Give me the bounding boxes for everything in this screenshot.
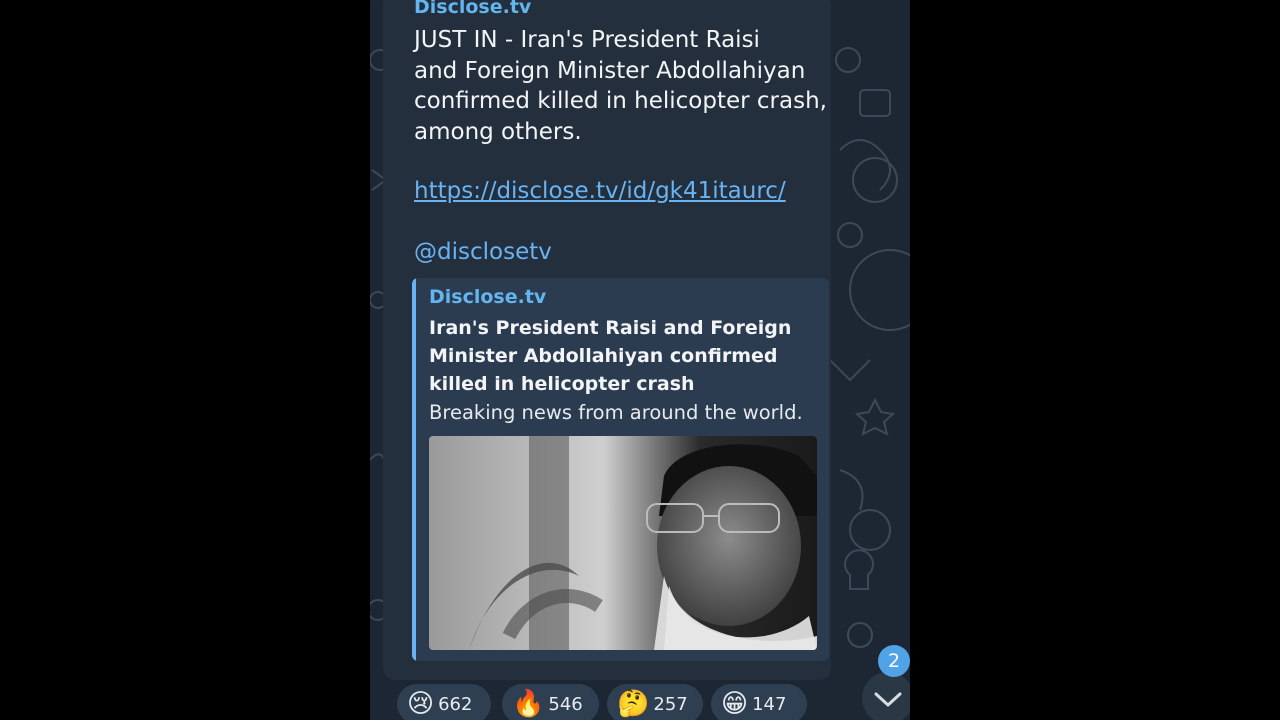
- preview-description: Breaking news from around the world.: [429, 401, 803, 424]
- reaction-fire[interactable]: 🔥 546: [502, 684, 599, 720]
- message-link[interactable]: https://disclose.tv/id/gk41itaurc/: [414, 178, 786, 204]
- message-bubble[interactable]: Disclose.tv JUST IN - Iran's President R…: [383, 0, 831, 680]
- link-preview[interactable]: Disclose.tv Iran's President Raisi and F…: [412, 278, 829, 661]
- reaction-count: 546: [548, 693, 583, 715]
- preview-site-name: Disclose.tv: [429, 286, 547, 308]
- message-sender[interactable]: Disclose.tv: [414, 0, 531, 18]
- reaction-think[interactable]: 🤔 257: [607, 684, 703, 720]
- chat-screen: Disclose.tv JUST IN - Iran's President R…: [370, 0, 910, 720]
- reaction-count: 662: [438, 693, 473, 715]
- preview-image[interactable]: [429, 436, 817, 650]
- crying-face-icon: 😢: [407, 689, 435, 719]
- reaction-count: 257: [653, 693, 688, 715]
- reaction-grin[interactable]: 😁 147: [711, 684, 807, 720]
- fire-icon: 🔥: [512, 689, 545, 719]
- thinking-face-icon: 🤔: [617, 689, 650, 719]
- grinning-face-icon: 😁: [721, 689, 749, 719]
- reaction-cry[interactable]: 😢 662: [397, 684, 491, 720]
- scroll-down-button[interactable]: [862, 672, 910, 720]
- reaction-count: 147: [752, 693, 787, 715]
- unread-count-badge[interactable]: 2: [878, 645, 910, 677]
- message-text: JUST IN - Iran's President Raisi and For…: [414, 27, 827, 145]
- preview-title: Iran's President Raisi and Foreign Minis…: [429, 317, 792, 395]
- chevron-down-icon: [874, 692, 902, 707]
- channel-mention[interactable]: @disclosetv: [414, 239, 552, 265]
- preview-accent-bar: [412, 278, 416, 661]
